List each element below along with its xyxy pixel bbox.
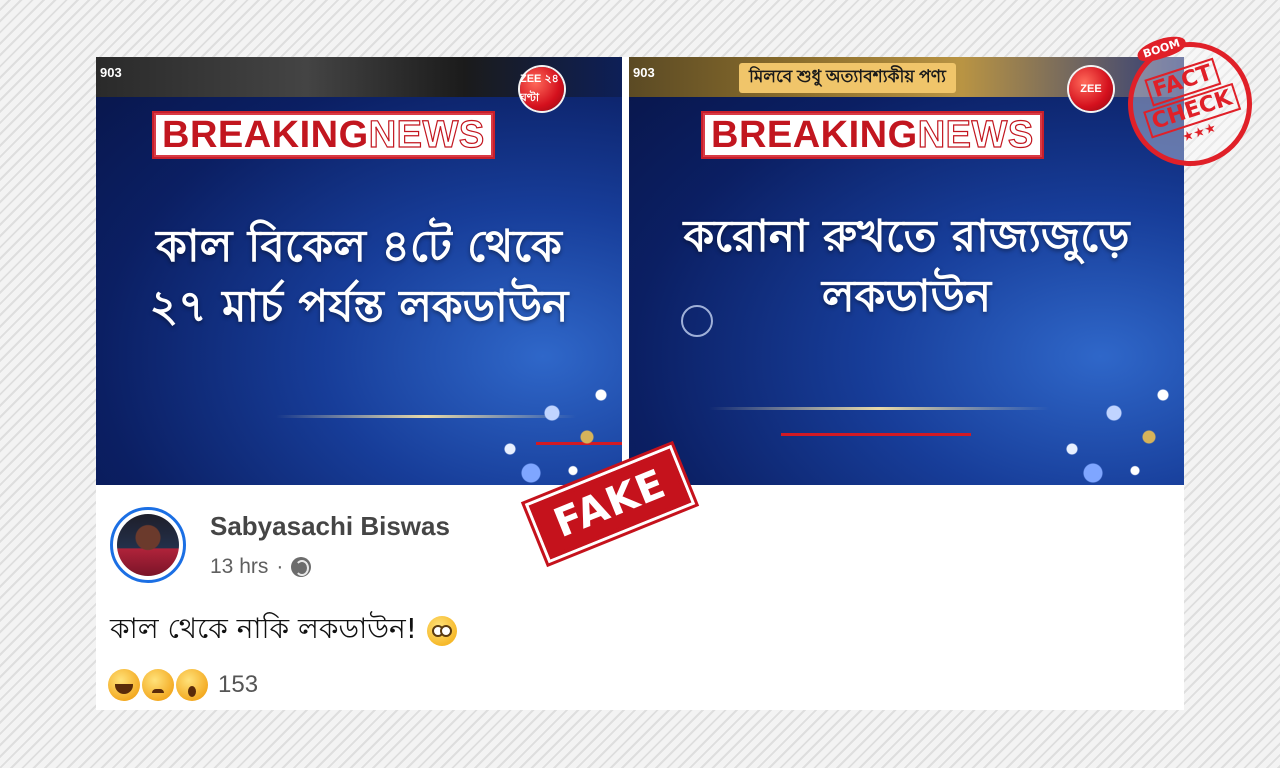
headline: করোনা রুখতে রাজ্যজুড়ে লকডাউন: [629, 207, 1184, 327]
news-word: NEWS: [917, 113, 1034, 156]
zee-logo: ZEE ২৪ ঘণ্টা: [520, 67, 564, 111]
headline-line-2: ২৭ মার্চ পর্যন্ত লকডাউন: [149, 281, 569, 332]
post-text-content: কাল থেকে নাকি লকডাউন!: [110, 612, 417, 645]
light-flare: [709, 407, 1049, 410]
news-word: NEWS: [368, 113, 485, 156]
breaking-news-banner: BREAKING NEWS: [152, 111, 495, 159]
post-time[interactable]: 13 hrs: [210, 555, 268, 579]
headline: কাল বিকেল ৪টে থেকে ২৭ মার্চ পর্যন্ত লকডা…: [96, 217, 622, 337]
reaction-count[interactable]: 153: [218, 671, 258, 699]
globe-icon[interactable]: [291, 557, 312, 577]
reactions-bar[interactable]: 153: [108, 669, 258, 701]
channel-number: 903: [100, 65, 122, 80]
boom-logo: BOOM: [1134, 31, 1189, 66]
author-avatar[interactable]: [110, 507, 186, 583]
haha-icon: [108, 669, 140, 701]
zee-logo: ZEE: [1069, 67, 1113, 111]
post-text: কাল থেকে নাকি লকডাউন!: [110, 607, 457, 654]
news-screenshot-left: 903 ZEE ২৪ ঘণ্টা BREAKING NEWS কাল বিকেল…: [96, 57, 622, 485]
news-screenshot-right: 903 মিলবে শুধু অত্যাবশ্যকীয় পণ্য ZEE BR…: [629, 57, 1184, 485]
author-name[interactable]: Sabyasachi Biswas: [210, 511, 450, 542]
breaking-news-banner: BREAKING NEWS: [701, 111, 1044, 159]
wow-icon: [176, 669, 208, 701]
flushed-face-icon: [426, 615, 457, 646]
breaking-word: BREAKING: [162, 113, 369, 156]
channel-number: 903: [633, 65, 655, 80]
avatar-photo: [117, 514, 179, 576]
headline-line-1: করোনা রুখতে রাজ্যজুড়ে: [683, 211, 1130, 262]
meta-separator: ·: [276, 555, 284, 578]
news-ticker: মিলবে শুধু অত্যাবশ্যকীয় পণ্য: [739, 63, 956, 93]
post-meta: 13 hrs ·: [210, 555, 312, 579]
bokeh-dots: [1044, 365, 1184, 485]
ring-decoration: [681, 305, 713, 337]
sad-icon: [142, 669, 174, 701]
red-line: [781, 433, 971, 436]
facebook-post: 903 ZEE ২৪ ঘণ্টা BREAKING NEWS কাল বিকেল…: [96, 57, 1184, 710]
bokeh-dots: [482, 365, 622, 485]
breaking-word: BREAKING: [711, 113, 918, 156]
headline-line-1: কাল বিকেল ৪টে থেকে: [156, 221, 562, 272]
